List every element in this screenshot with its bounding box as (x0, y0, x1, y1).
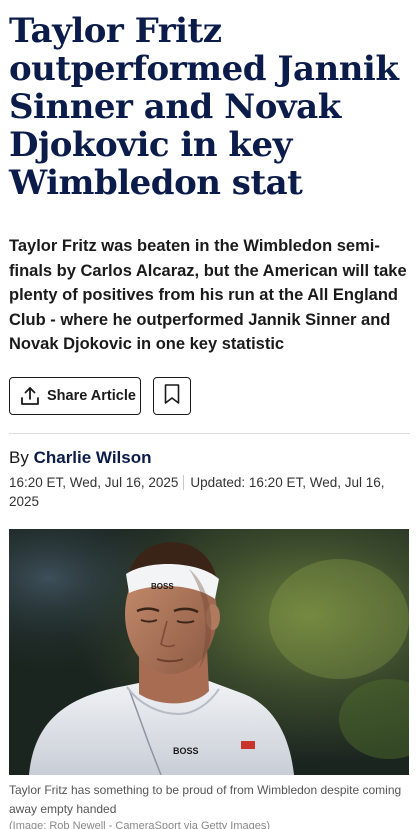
article-standfirst: Taylor Fritz was beaten in the Wimbledon… (9, 237, 407, 353)
bookmark-button[interactable] (153, 377, 191, 415)
share-article-button[interactable]: Share Article (9, 377, 141, 415)
article-page: Taylor Fritz outperformed Jannik Sinner … (0, 0, 420, 829)
byline-prefix: By (9, 448, 29, 467)
byline-divider (9, 433, 410, 434)
share-upload-icon (19, 385, 41, 407)
author-link[interactable]: Charlie Wilson (34, 448, 152, 467)
article-photo[interactable]: BOSS BOSS (9, 529, 409, 775)
article-dates: 16:20 ET, Wed, Jul 16, 2025 Updated: 16:2… (9, 473, 399, 511)
headband-logo-text: BOSS (151, 582, 174, 591)
date-separator (183, 475, 185, 490)
byline: By Charlie Wilson (9, 448, 152, 468)
bookmark-icon (163, 383, 181, 410)
article-headline: Taylor Fritz outperformed Jannik Sinner … (9, 11, 399, 203)
share-article-label: Share Article (47, 388, 136, 404)
shirt-logo-text: BOSS (173, 746, 199, 756)
photo-credit: (Image: Rob Newell - CameraSport via Get… (9, 820, 271, 829)
published-time: 16:20 ET, Wed, Jul 16, 2025 (9, 475, 179, 490)
photo-caption: Taylor Fritz has something to be proud o… (9, 783, 402, 816)
